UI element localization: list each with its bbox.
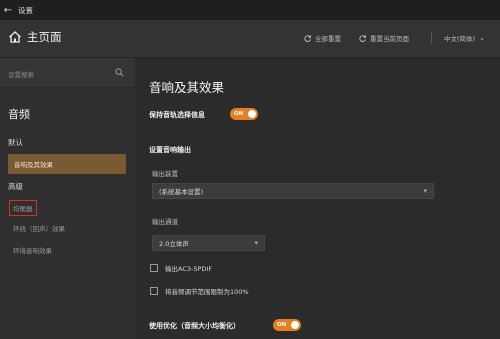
sidebar-section-audio: 音频 [8, 108, 30, 121]
toggle-state: ON [234, 111, 244, 117]
output-device-dropdown[interactable]: (系统基本设置) ▾ [152, 183, 434, 199]
checkbox-label: 将音频调节范围限制为100% [165, 288, 249, 296]
language-label: 中文(简体) [444, 35, 476, 43]
sidebar-group-default: 默认 [8, 138, 23, 147]
toggle-knob [291, 321, 299, 329]
sidebar-item-label: 环境音响效果 [13, 247, 52, 255]
sidebar-item-label: 环绕（回声）效果 [13, 225, 65, 233]
chevron-down-icon: ⌄ [479, 34, 485, 42]
sidebar-group-advanced: 高级 [8, 182, 23, 191]
search-icon [115, 68, 124, 77]
window-title: 设置 [18, 5, 33, 15]
settings-search[interactable]: 设置搜索 [0, 58, 135, 88]
dropdown-value: (系统基本设置) [159, 188, 204, 196]
ac3-checkbox[interactable]: 输出AC3-SPDIF [150, 263, 212, 273]
sidebar: 设置搜索 音频 默认 音响及其效果 高级 均衡器 环绕（回声）效果 环境音响效果 [0, 58, 135, 339]
output-channel-label: 输出通道 [152, 218, 178, 226]
output-device-label: 输出装置 [152, 170, 178, 178]
header: 主页面 全部重置 重置当前页面 中文(简体) ⌄ [0, 20, 500, 58]
reset-page-label: 重置当前页面 [370, 35, 409, 43]
home-button[interactable]: 主页面 [8, 29, 62, 45]
checkbox-box[interactable] [150, 287, 158, 295]
reset-all-button[interactable]: 全部重置 [303, 33, 341, 43]
reset-all-label: 全部重置 [315, 35, 341, 43]
sidebar-item-label: 均衡器 [9, 200, 37, 216]
home-icon [9, 31, 21, 43]
normalize-label: 使用优化（音频大小均衡化） [149, 322, 240, 330]
checkbox-label: 输出AC3-SPDIF [165, 265, 213, 273]
dropdown-value: 2.0立体声 [159, 240, 189, 248]
keep-track-label: 保持音轨选择信息 [149, 111, 205, 119]
normalize-toggle[interactable]: ON [273, 319, 301, 331]
toggle-knob [248, 110, 256, 118]
sidebar-item-environment[interactable]: 环境音响效果 [0, 240, 126, 260]
keep-track-toggle[interactable]: ON [230, 108, 258, 120]
title-bar: ← 设置 [0, 0, 500, 20]
toggle-state: ON [277, 322, 287, 328]
refresh-icon [359, 34, 367, 42]
checkbox-box[interactable] [150, 264, 158, 272]
output-section-title: 设置音响输出 [149, 146, 191, 154]
header-divider [431, 32, 432, 44]
search-placeholder: 设置搜索 [8, 71, 34, 79]
main-content: 音响及其效果 保持音轨选择信息 ON 设置音响输出 输出装置 (系统基本设置) … [135, 58, 500, 339]
caret-down-icon: ▾ [254, 239, 258, 247]
sidebar-item-label: 音响及其效果 [14, 161, 53, 169]
arrow-left-icon[interactable]: ← [0, 0, 16, 20]
output-channel-dropdown[interactable]: 2.0立体声 ▾ [152, 235, 265, 251]
sidebar-item-sound-effects[interactable]: 音响及其效果 [8, 154, 126, 174]
refresh-icon [304, 34, 312, 42]
sidebar-item-equalizer[interactable]: 均衡器 [0, 198, 126, 218]
caret-down-icon: ▾ [423, 187, 427, 195]
reset-page-button[interactable]: 重置当前页面 [358, 33, 409, 43]
home-label: 主页面 [27, 30, 62, 44]
language-selector[interactable]: 中文(简体) ⌄ [444, 33, 485, 43]
page-title: 音响及其效果 [149, 80, 225, 95]
limit-100-checkbox[interactable]: 将音频调节范围限制为100% [150, 286, 249, 296]
sidebar-item-surround[interactable]: 环绕（回声）效果 [0, 218, 126, 238]
